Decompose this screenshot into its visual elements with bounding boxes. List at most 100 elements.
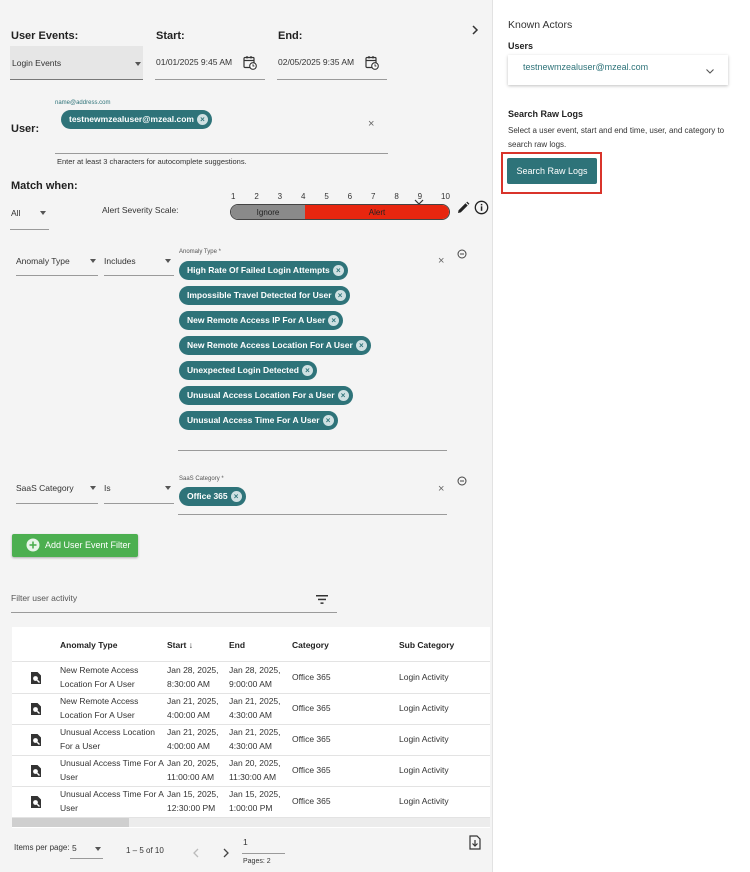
cell-start-line2: 4:00:00 AM [167, 741, 211, 751]
filter-chip[interactable]: Unusual Access Time For A User × [179, 411, 338, 430]
view-log-icon[interactable] [30, 671, 42, 687]
condition1-field-select[interactable]: Anomaly Type [16, 250, 98, 276]
clear-icon[interactable]: × [438, 255, 444, 267]
info-icon[interactable] [474, 200, 489, 215]
match-when-label: Match when: [11, 180, 78, 192]
sort-arrow-icon: ↓ [188, 640, 193, 650]
remove-condition-icon[interactable] [457, 476, 467, 486]
severity-alert-segment[interactable]: Alert [305, 205, 449, 219]
severity-ignore-segment[interactable]: Ignore [231, 205, 305, 219]
severity-label: Alert Severity Scale: [102, 205, 179, 215]
filter-chip[interactable]: Office 365 × [179, 487, 246, 506]
remove-chip-icon[interactable]: × [337, 390, 349, 401]
user-chip[interactable]: testnewmzealuser@mzeal.com × [61, 110, 212, 129]
previous-page-icon[interactable] [192, 848, 200, 858]
cell-start-line1: Jan 20, 2025, [167, 758, 219, 768]
cell-type-line1: New Remote Access [60, 665, 139, 675]
add-filter-label: Add User Event Filter [45, 540, 131, 550]
view-log-icon[interactable] [30, 764, 42, 780]
view-log-icon[interactable] [30, 702, 42, 718]
filter-chip[interactable]: Unusual Access Location For a User × [179, 386, 353, 405]
end-date-field[interactable]: 02/05/2025 9:35 AM [277, 46, 387, 80]
cell-end-line2: 11:30:00 AM [229, 772, 277, 782]
header-category[interactable]: Category [292, 640, 329, 650]
condition1-operator-select[interactable]: Includes [104, 250, 174, 276]
chevron-down-icon [135, 62, 141, 66]
filter-chip-label: Unusual Access Location For a User [187, 390, 335, 400]
severity-scale[interactable]: Ignore Alert [230, 204, 450, 220]
search-raw-logs-button[interactable]: Search Raw Logs [507, 158, 597, 184]
condition2-values-input[interactable]: Office 365 × × [178, 483, 447, 515]
view-log-icon[interactable] [30, 795, 42, 811]
calendar-clock-icon[interactable] [365, 55, 379, 70]
header-anomaly-type[interactable]: Anomaly Type [60, 640, 117, 650]
items-per-page-select[interactable]: 5 [70, 838, 103, 859]
page-number: 1 [243, 837, 248, 847]
match-select[interactable]: All [10, 200, 49, 230]
cell-anomaly-type: Unusual Access Time For A User [60, 787, 164, 815]
filter-chip[interactable]: New Remote Access Location For A User × [179, 336, 371, 355]
header-end[interactable]: End [229, 640, 245, 650]
filter-chip[interactable]: Unexpected Login Detected × [179, 361, 317, 380]
users-dropdown[interactable]: testnewmzealuser@mzeal.com [508, 55, 728, 85]
add-user-event-filter-button[interactable]: Add User Event Filter [12, 534, 138, 557]
chevron-down-icon [40, 211, 46, 215]
header-sub-category[interactable]: Sub Category [399, 640, 454, 650]
filter-list-icon[interactable] [316, 595, 328, 604]
filter-chip-label: High Rate Of Failed Login Attempts [187, 265, 330, 275]
filters-panel: User Events: Login Events Start: 01/01/2… [0, 0, 493, 872]
severity-tick: 3 [277, 192, 283, 201]
cell-start-line2: 11:00:00 AM [167, 772, 215, 782]
cell-start: Jan 21, 2025, 4:00:00 AM [167, 725, 219, 753]
condition1-values-input[interactable]: High Rate Of Failed Login Attempts × Impos… [178, 255, 447, 451]
cell-start: Jan 15, 2025, 12:30:00 PM [167, 787, 219, 815]
cell-anomaly-type: New Remote Access Location For A User [60, 694, 138, 722]
remove-chip-icon[interactable]: × [301, 365, 313, 376]
condition2-field-select[interactable]: SaaS Category [16, 478, 98, 504]
cell-start-line1: Jan 21, 2025, [167, 727, 219, 737]
view-log-icon[interactable] [30, 733, 42, 749]
cell-start-line2: 8:30:00 AM [167, 679, 211, 689]
header-start[interactable]: Start ↓ [167, 640, 193, 650]
user-input[interactable]: testnewmzealuser@mzeal.com × × [55, 108, 388, 154]
page-number-input[interactable]: 1 [242, 834, 285, 854]
remove-chip-icon[interactable]: × [322, 415, 334, 426]
pencil-icon[interactable] [456, 201, 470, 215]
start-date-value: 01/01/2025 9:45 AM [156, 57, 233, 67]
filter-chip[interactable]: New Remote Access IP For A User × [179, 311, 344, 330]
items-per-page-value: 5 [72, 843, 77, 853]
cell-start-line2: 4:00:00 AM [167, 710, 211, 720]
filter-chip[interactable]: High Rate Of Failed Login Attempts × [179, 261, 348, 280]
activity-filter-input[interactable]: Filter user activity [11, 586, 337, 613]
next-page-icon[interactable] [222, 848, 230, 858]
remove-chip-icon[interactable]: × [230, 491, 242, 502]
start-date-field[interactable]: 01/01/2025 9:45 AM [155, 46, 265, 80]
remove-chip-icon[interactable]: × [196, 114, 208, 125]
cell-end: Jan 21, 2025, 4:30:00 AM [229, 725, 281, 753]
severity-tick: 6 [347, 192, 353, 201]
calendar-clock-icon[interactable] [243, 55, 257, 70]
clear-icon[interactable]: × [368, 118, 374, 130]
table-scrollbar-track[interactable] [12, 818, 490, 827]
filter-chip[interactable]: Impossible Travel Detected for User × [179, 286, 350, 305]
condition2-operator-select[interactable]: Is [104, 478, 174, 504]
cell-sub-category: Login Activity [399, 672, 449, 682]
user-label: User: [11, 123, 40, 135]
severity-tick: 5 [324, 192, 329, 201]
remove-condition-icon[interactable] [457, 249, 467, 259]
chevron-right-icon[interactable] [470, 24, 480, 36]
filter-chip-label: Impossible Travel Detected for User [187, 290, 332, 300]
severity-tick: 10 [441, 192, 450, 201]
sidebar-title: Known Actors [508, 19, 573, 31]
user-events-select[interactable]: Login Events [10, 46, 143, 80]
table-scrollbar-thumb[interactable] [12, 818, 129, 827]
remove-chip-icon[interactable]: × [328, 315, 340, 326]
filter-chip-label: Unusual Access Time For A User [187, 415, 320, 425]
remove-chip-icon[interactable]: × [355, 340, 367, 351]
download-file-icon[interactable] [469, 835, 481, 850]
cell-category: Office 365 [292, 703, 331, 713]
remove-chip-icon[interactable]: × [332, 265, 344, 276]
clear-icon[interactable]: × [438, 483, 444, 495]
cell-end-line2: 4:30:00 AM [229, 741, 273, 751]
remove-chip-icon[interactable]: × [334, 290, 346, 301]
